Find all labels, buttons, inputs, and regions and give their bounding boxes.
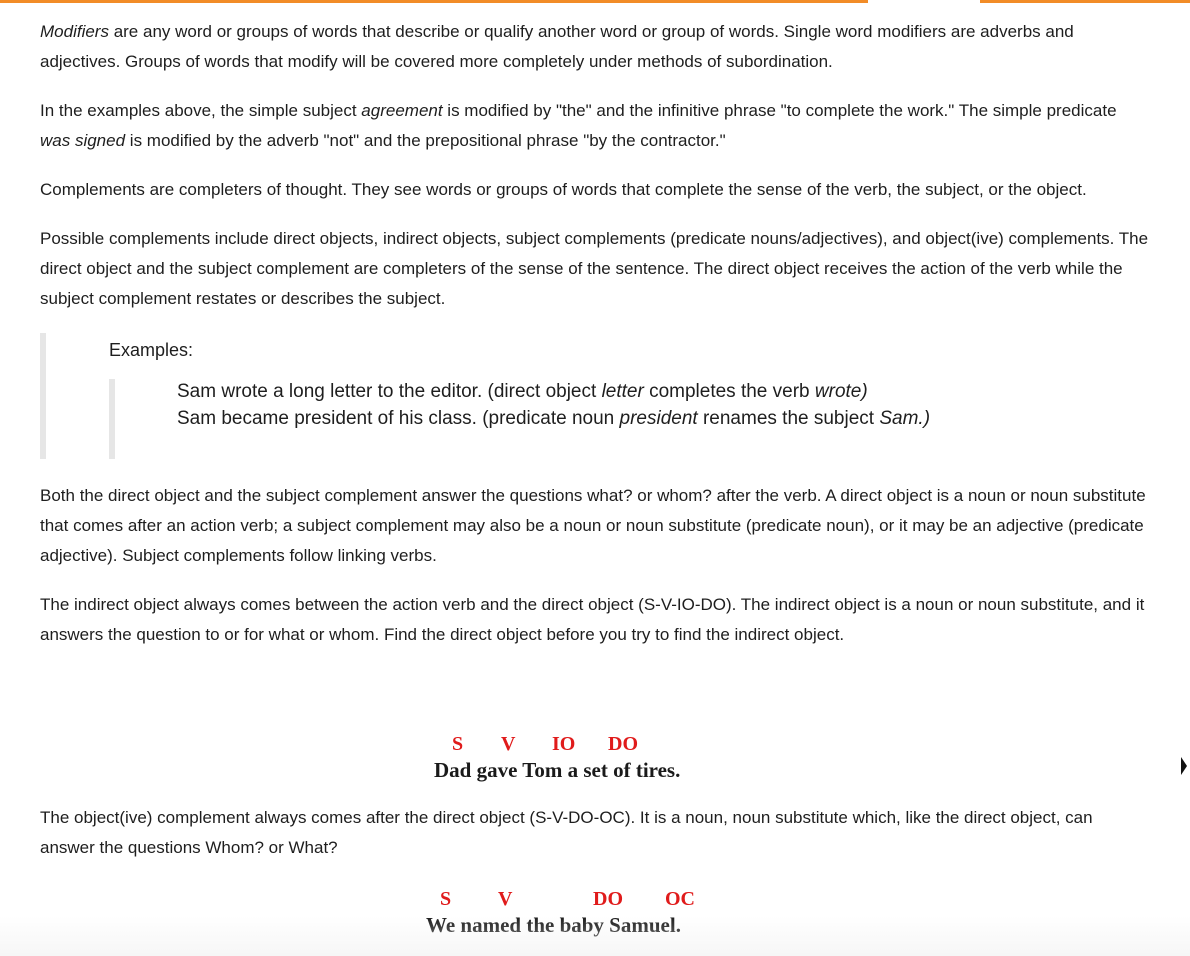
- ex2-text-a: Sam became president of his class. (pred…: [177, 407, 620, 429]
- p2-text-a: In the examples above, the simple subjec…: [40, 101, 362, 120]
- article-content: Modifiers are any word or groups of word…: [40, 17, 1150, 857]
- p2-em-agreement: agreement: [361, 101, 443, 120]
- diagram-1-labels: S V IO DO: [434, 733, 734, 757]
- sentence-diagram-1: S V IO DO Dad gave Tom a set of tires.: [434, 733, 734, 785]
- p2-text-c: is modified by the adverb "not" and the …: [125, 131, 726, 150]
- blockquote-bar-inner: [109, 379, 115, 459]
- diagram-1-sentence: Dad gave Tom a set of tires.: [434, 758, 681, 782]
- p2-text-b: is modified by "the" and the infinitive …: [442, 101, 1117, 120]
- ex2-em-president: president: [619, 407, 698, 429]
- label-v: V: [501, 733, 516, 755]
- term-modifiers: Modifiers: [40, 22, 109, 41]
- top-accent-line: [0, 0, 868, 3]
- ex1-em-wrote: wrote): [814, 381, 868, 402]
- paragraph-modifiers-text: are any word or groups of words that des…: [40, 22, 1074, 71]
- paragraph-possible-complements: Possible complements include direct obje…: [40, 229, 1149, 308]
- paragraph-indirect-object: The indirect object always comes between…: [40, 595, 1145, 644]
- ex2-text-b: renames the subject: [697, 407, 880, 429]
- paragraph-complements: Complements are completers of thought. T…: [40, 180, 1087, 199]
- label-io: IO: [552, 733, 576, 755]
- blockquote-bar-outer: [40, 333, 46, 459]
- ex1-text-a: Sam wrote a long letter to the editor. (…: [177, 381, 602, 402]
- ex1-text-b: completes the verb: [643, 381, 815, 402]
- paragraph-both-direct-object: Both the direct object and the subject c…: [40, 486, 1146, 565]
- paragraph-examples-above: In the examples above, the simple subjec…: [40, 96, 1150, 156]
- label-v: V: [498, 888, 513, 910]
- examples-heading: Examples:: [109, 340, 194, 360]
- mouse-cursor-icon: [1181, 757, 1187, 775]
- sentence-diagram-2: S V DO OC We named the baby Samuel.: [426, 888, 746, 944]
- examples-quote: Sam wrote a long letter to the editor. (…: [177, 379, 997, 432]
- label-do: DO: [608, 733, 638, 755]
- top-progress-bar: [0, 0, 1190, 3]
- label-s: S: [440, 888, 452, 910]
- top-accent-line-right: [980, 0, 1190, 3]
- ex2-em-sam: Sam.): [879, 407, 931, 429]
- example-line-1: Sam wrote a long letter to the editor. (…: [177, 379, 997, 406]
- label-do: DO: [593, 888, 623, 910]
- diagram-2-labels: S V DO OC: [426, 888, 746, 912]
- examples-blockquote: Examples: Sam wrote a long letter to the…: [40, 333, 1150, 459]
- label-s: S: [452, 733, 464, 755]
- example-line-2: Sam became president of his class. (pred…: [177, 406, 977, 433]
- p2-em-was-signed: was signed: [40, 131, 126, 150]
- paragraph-objective-complement: The object(ive) complement always comes …: [40, 808, 1093, 857]
- paragraph-modifiers: Modifiers are any word or groups of word…: [40, 17, 1150, 77]
- ex1-em-letter: letter: [601, 381, 644, 402]
- label-oc: OC: [665, 888, 695, 910]
- diagram-2-sentence: We named the baby Samuel.: [426, 913, 681, 937]
